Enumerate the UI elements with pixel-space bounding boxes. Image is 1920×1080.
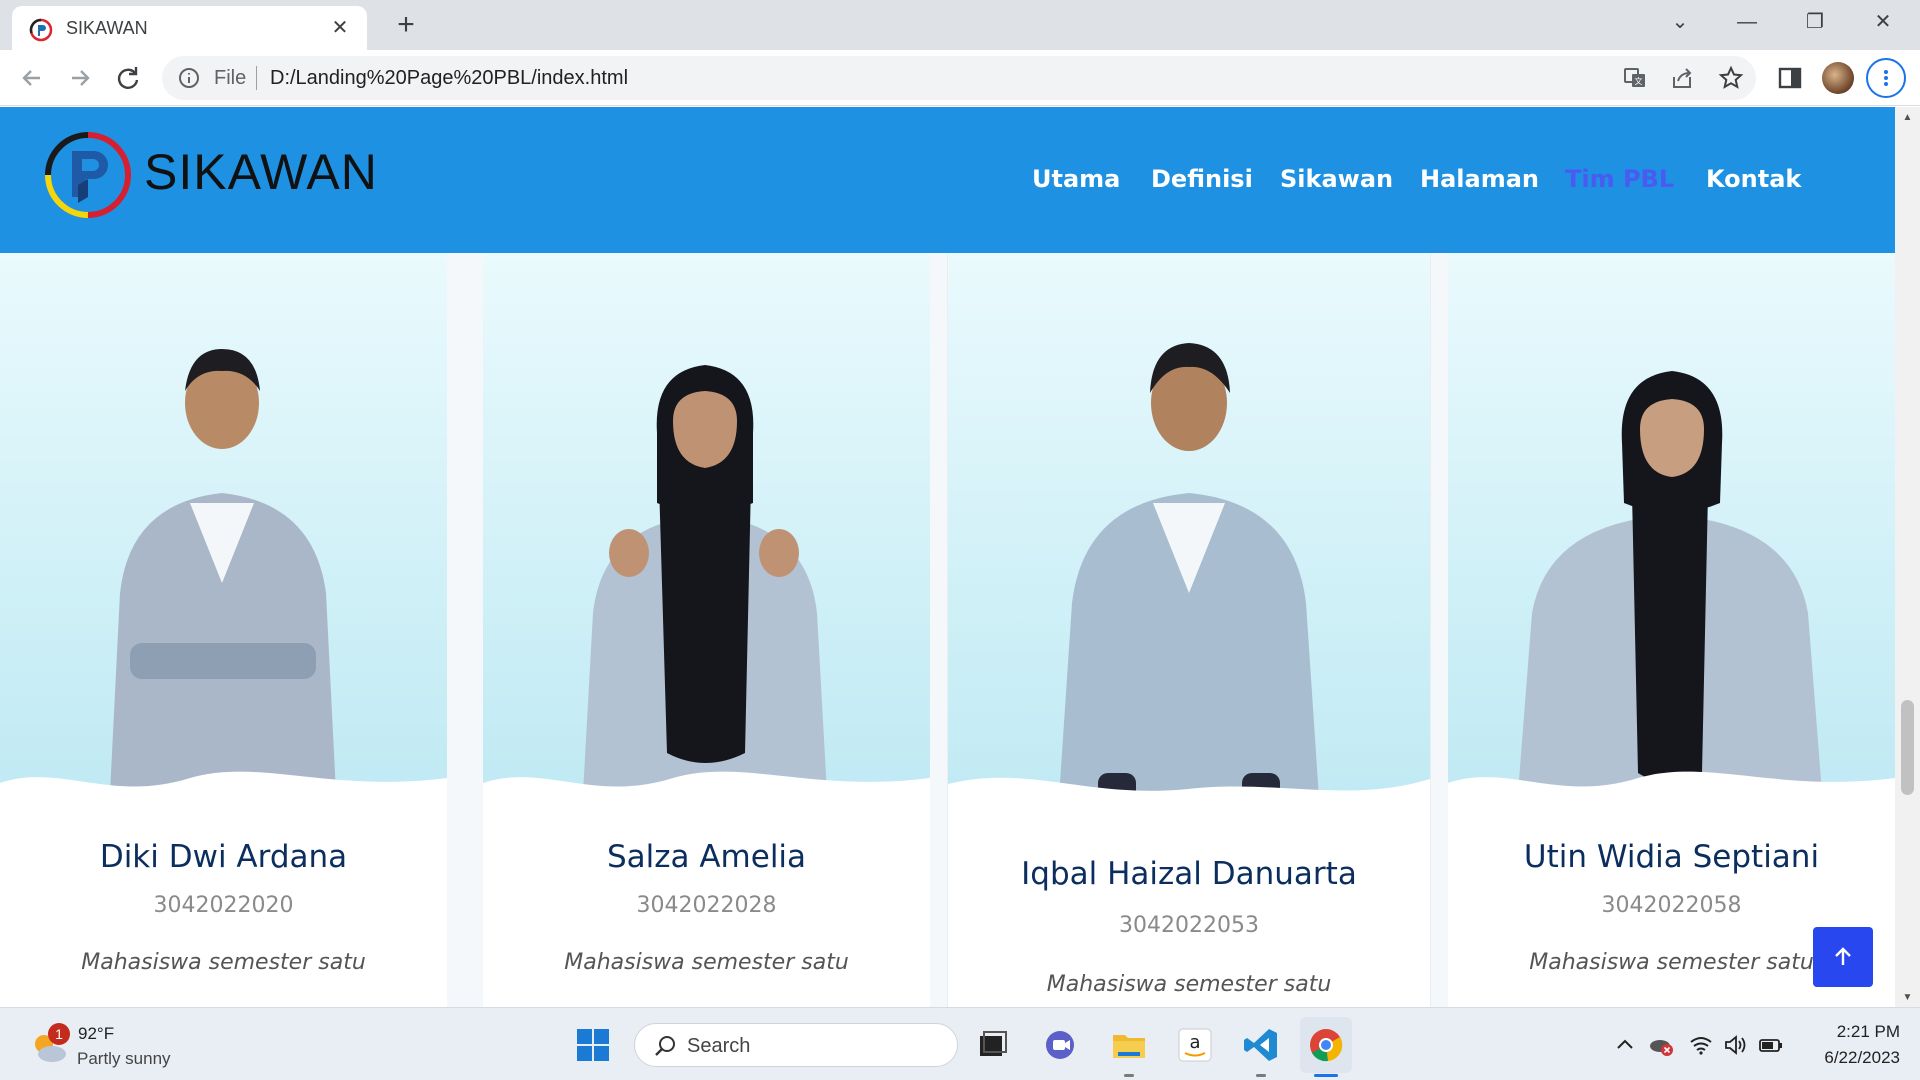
site-favicon-icon xyxy=(29,18,53,42)
page-scrollbar[interactable]: ▲ ▼ xyxy=(1895,107,1920,1007)
nav-link-sikawan[interactable]: Sikawan xyxy=(1280,165,1393,193)
arrow-up-icon xyxy=(1835,947,1851,965)
browser-tab[interactable]: SIKAWAN ✕ xyxy=(12,6,367,50)
member-photo xyxy=(1448,253,1895,823)
vscode-icon[interactable] xyxy=(1242,1026,1280,1064)
nav-link-definisi[interactable]: Definisi xyxy=(1151,165,1253,193)
photo-wave xyxy=(0,771,447,823)
clock-time[interactable]: 2:21 PM xyxy=(1820,1022,1900,1042)
person-silhouette xyxy=(583,365,827,793)
scroll-down-arrow-icon[interactable]: ▼ xyxy=(1901,991,1914,1004)
member-name: Salza Amelia xyxy=(606,839,807,875)
battery-icon[interactable] xyxy=(1758,1032,1784,1058)
minimize-button[interactable]: — xyxy=(1714,0,1780,44)
back-arrow-icon[interactable] xyxy=(14,60,50,96)
team-card: Utin Widia Septiani 3042022058 Mahasiswa… xyxy=(1448,253,1895,1007)
photo-wave xyxy=(948,777,1430,829)
volume-icon[interactable] xyxy=(1722,1032,1748,1058)
clock-date[interactable]: 6/22/2023 xyxy=(1790,1048,1900,1068)
search-icon xyxy=(655,1036,675,1056)
bookmark-star-icon[interactable] xyxy=(1718,65,1744,91)
person-silhouette xyxy=(1518,371,1822,793)
back-to-top-button[interactable] xyxy=(1813,927,1873,987)
chrome-active-indicator xyxy=(1314,1074,1338,1077)
member-name: Utin Widia Septiani xyxy=(1523,839,1820,875)
nav-link-halaman[interactable]: Halaman xyxy=(1420,165,1539,193)
browser-menu-button[interactable] xyxy=(1866,58,1906,98)
team-card-highlighted: Iqbal Haizal Danuarta 3042022053 Mahasis… xyxy=(948,253,1430,1007)
weather-notification-badge: 1 xyxy=(48,1023,70,1045)
sikawan-logo-icon[interactable] xyxy=(42,129,134,221)
weather-temperature[interactable]: 92°F xyxy=(78,1024,114,1044)
member-role: Mahasiswa semester satu xyxy=(564,950,849,975)
member-name: Iqbal Haizal Danuarta xyxy=(1021,856,1357,892)
photo-wave xyxy=(483,771,930,823)
file-explorer-running-indicator xyxy=(1124,1074,1134,1077)
windows-start-icon[interactable] xyxy=(574,1026,612,1064)
url-scheme-label: File xyxy=(214,67,247,89)
tab-search-chevron-icon[interactable]: ⌄ xyxy=(1647,0,1713,44)
close-window-button[interactable]: ✕ xyxy=(1850,0,1916,44)
team-card: Salza Amelia 3042022028 Mahasiswa semest… xyxy=(483,253,930,1007)
new-tab-button[interactable]: + xyxy=(390,8,422,42)
member-nim: 3042022058 xyxy=(1601,893,1742,918)
reload-icon[interactable] xyxy=(110,60,146,96)
site-logo-text[interactable]: SIKAWAN xyxy=(144,143,378,201)
tab-title: SIKAWAN xyxy=(66,18,148,38)
wifi-icon[interactable] xyxy=(1688,1032,1714,1058)
member-nim: 3042022020 xyxy=(153,893,294,918)
taskbar-search-box[interactable]: Search xyxy=(634,1023,958,1067)
nav-link-utama[interactable]: Utama xyxy=(1032,165,1120,193)
svg-text:文: 文 xyxy=(1635,76,1643,86)
chrome-icon[interactable] xyxy=(1307,1026,1345,1064)
member-photo xyxy=(483,253,930,823)
tab-strip: SIKAWAN ✕ + ⌄ — ❐ ✕ xyxy=(0,0,1920,50)
site-info-icon[interactable] xyxy=(178,67,200,89)
weather-description[interactable]: Partly sunny xyxy=(77,1049,171,1069)
amazon-app-icon[interactable]: a xyxy=(1176,1026,1214,1064)
url-text[interactable]: D:/Landing%20Page%20PBL/index.html xyxy=(270,67,628,90)
side-panel-icon[interactable] xyxy=(1774,62,1806,94)
onedrive-error-icon[interactable] xyxy=(1648,1032,1674,1058)
address-bar[interactable]: File D:/Landing%20Page%20PBL/index.html … xyxy=(162,56,1756,100)
translate-icon[interactable]: 文 xyxy=(1622,65,1648,91)
restore-button[interactable]: ❐ xyxy=(1782,0,1848,44)
member-nim: 3042022028 xyxy=(636,893,777,918)
member-role: Mahasiswa semester satu xyxy=(1046,972,1332,997)
teams-chat-icon[interactable] xyxy=(1042,1026,1080,1064)
member-photo xyxy=(948,253,1430,829)
page-viewport: SIKAWAN Utama Definisi Sikawan Halaman T… xyxy=(0,107,1895,1007)
member-name: Diki Dwi Ardana xyxy=(99,839,348,875)
chevron-up-icon[interactable] xyxy=(1612,1032,1638,1058)
nav-link-tim-pbl[interactable]: Tim PBL xyxy=(1565,165,1674,193)
member-photo xyxy=(0,253,447,823)
team-card: Diki Dwi Ardana 3042022020 Mahasiswa sem… xyxy=(0,253,447,1007)
photo-wave xyxy=(1448,771,1895,823)
svg-text:a: a xyxy=(1189,1032,1200,1053)
file-explorer-icon[interactable] xyxy=(1110,1026,1148,1064)
scroll-up-arrow-icon[interactable]: ▲ xyxy=(1901,111,1914,124)
search-label: Search xyxy=(687,1035,751,1057)
more-vertical-icon xyxy=(1884,70,1888,86)
close-tab-icon[interactable]: ✕ xyxy=(325,13,355,43)
profile-avatar[interactable] xyxy=(1822,62,1854,94)
member-role: Mahasiswa semester satu xyxy=(81,950,366,975)
scrollbar-thumb[interactable] xyxy=(1901,700,1914,795)
nav-link-kontak[interactable]: Kontak xyxy=(1706,165,1801,193)
member-nim: 3042022053 xyxy=(1119,913,1259,938)
site-header: SIKAWAN Utama Definisi Sikawan Halaman T… xyxy=(0,107,1895,253)
windows-taskbar: 1 92°F Partly sunny Search a 2:21 PM 6/2… xyxy=(0,1007,1920,1080)
omnibox-divider xyxy=(256,66,257,90)
share-icon[interactable] xyxy=(1670,65,1696,91)
browser-toolbar: File D:/Landing%20Page%20PBL/index.html … xyxy=(0,50,1920,106)
vscode-running-indicator xyxy=(1256,1074,1266,1077)
forward-arrow-icon[interactable] xyxy=(62,60,98,96)
person-silhouette xyxy=(1058,343,1320,813)
person-silhouette xyxy=(110,349,336,793)
task-view-icon[interactable] xyxy=(974,1026,1012,1064)
